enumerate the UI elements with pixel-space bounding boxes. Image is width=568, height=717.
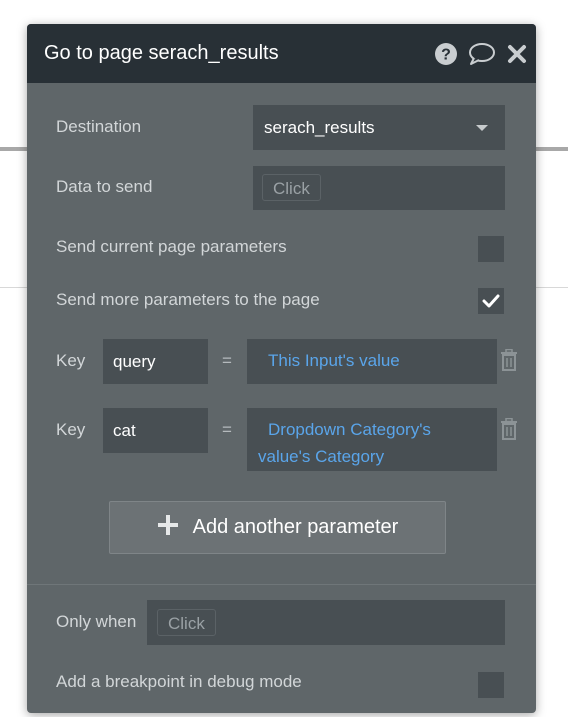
titlebar-icons: ?: [434, 42, 536, 66]
param-1-key-input[interactable]: query: [103, 339, 208, 384]
only-when-click-placeholder[interactable]: Click: [157, 609, 216, 636]
param-1-dynamic-value[interactable]: This Input's value: [268, 348, 400, 374]
param-2-equals: =: [222, 420, 232, 439]
only-when-field[interactable]: Click: [147, 600, 505, 645]
param-1-equals: =: [222, 351, 232, 370]
add-parameter-label: Add another parameter: [192, 516, 399, 538]
add-parameter-button[interactable]: Add another parameter: [109, 501, 446, 554]
only-when-label: Only when: [56, 612, 137, 631]
param-2-key-input[interactable]: cat: [103, 408, 208, 453]
send-more-params-checkbox[interactable]: [478, 288, 504, 314]
send-current-params-label: Send current page parameters: [56, 237, 287, 256]
close-icon[interactable]: [506, 43, 528, 65]
section-divider: [27, 584, 536, 585]
send-current-params-checkbox[interactable]: [478, 236, 504, 262]
param-2-key-label: Key: [56, 420, 86, 439]
check-icon: [482, 294, 500, 308]
data-to-send-click-placeholder[interactable]: Click: [262, 174, 321, 201]
param-1-value-field[interactable]: This Input's value: [247, 339, 497, 384]
go-to-page-dialog: Go to page serach_results ? Destination …: [27, 24, 536, 713]
destination-dropdown[interactable]: serach_results: [253, 105, 505, 150]
dialog-title: Go to page serach_results: [44, 42, 279, 64]
breakpoint-checkbox[interactable]: [478, 672, 504, 698]
param-2-value-field[interactable]: Dropdown Category's value's Category: [247, 408, 497, 471]
trash-icon[interactable]: [500, 417, 518, 445]
param-2-key-value: cat: [113, 421, 136, 440]
help-icon[interactable]: ?: [434, 42, 458, 66]
send-more-params-label: Send more parameters to the page: [56, 290, 320, 309]
param-2-dynamic-value-line1[interactable]: Dropdown Category's: [268, 417, 431, 443]
dialog-titlebar[interactable]: Go to page serach_results ?: [27, 24, 536, 83]
trash-icon[interactable]: [500, 348, 518, 376]
data-to-send-label: Data to send: [56, 177, 153, 196]
chevron-down-icon: [476, 125, 488, 131]
destination-label: Destination: [56, 117, 142, 136]
comment-icon[interactable]: [468, 42, 496, 66]
param-1-key-label: Key: [56, 351, 86, 370]
svg-text:?: ?: [441, 46, 451, 63]
plus-icon: [157, 514, 179, 542]
destination-value: serach_results: [264, 118, 375, 137]
breakpoint-label: Add a breakpoint in debug mode: [56, 672, 302, 691]
data-to-send-field[interactable]: Click: [253, 166, 505, 210]
param-1-key-value: query: [113, 352, 156, 371]
param-2-dynamic-value-line2[interactable]: value's Category: [258, 444, 384, 470]
